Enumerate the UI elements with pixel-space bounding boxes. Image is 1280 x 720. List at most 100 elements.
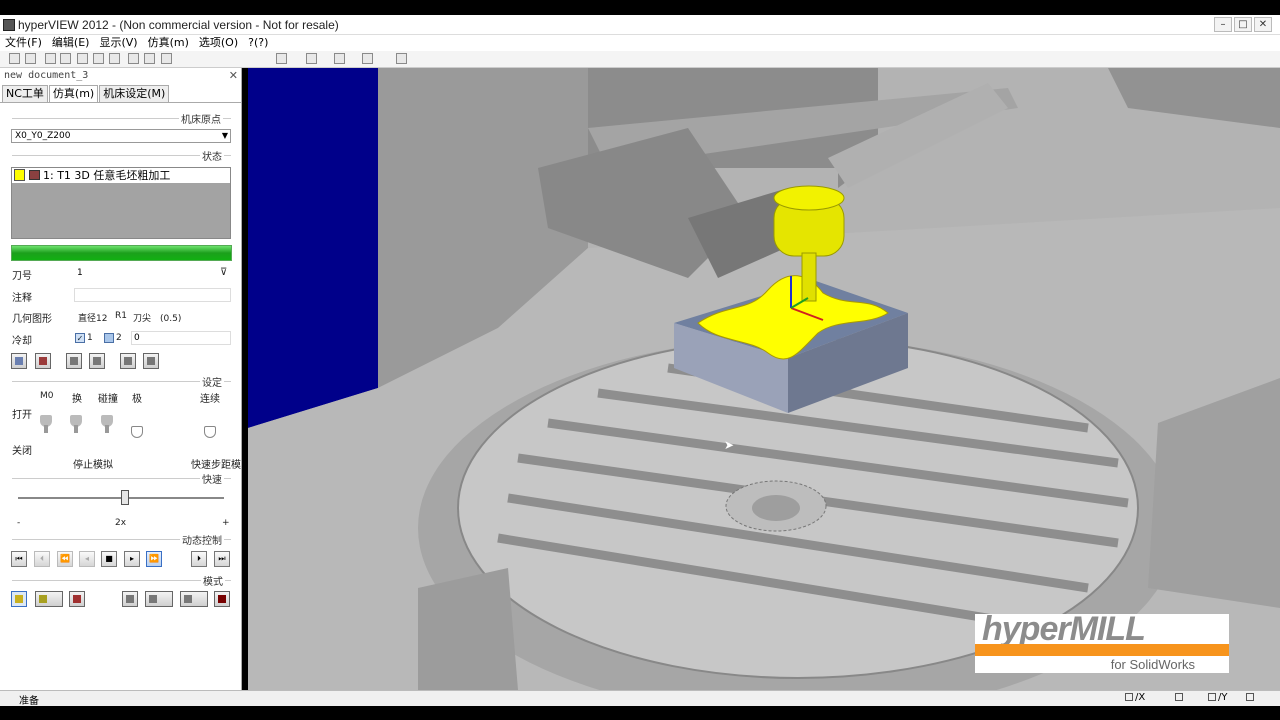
save-icon[interactable] xyxy=(25,53,36,64)
tab-simulation[interactable]: 仿真(m) xyxy=(48,85,99,103)
extra-icon[interactable] xyxy=(396,53,407,64)
last-icon[interactable]: ⏭ xyxy=(214,551,230,567)
tool-color-swatch xyxy=(14,169,25,181)
change-toggle[interactable] xyxy=(70,415,82,435)
table-center-hole xyxy=(752,495,800,521)
rewind-icon[interactable]: ⏪ xyxy=(57,551,73,567)
coolant-2-checkbox[interactable] xyxy=(104,333,114,343)
print-icon[interactable] xyxy=(128,53,139,64)
x-indicator[interactable]: /X xyxy=(1125,692,1145,703)
play-icon[interactable]: ▸ xyxy=(124,551,140,567)
status-list-item[interactable]: 1: T1 3D 任意毛坯粗加工 xyxy=(12,168,230,183)
part-icon xyxy=(70,357,78,365)
compare-icon xyxy=(126,595,134,603)
collision-toggle[interactable] xyxy=(101,415,113,435)
color-icon xyxy=(218,595,226,603)
check-indicator[interactable] xyxy=(1246,692,1256,703)
view-part-button[interactable] xyxy=(66,353,82,369)
view-holder-button[interactable] xyxy=(120,353,136,369)
coolant-value-field[interactable]: 0 xyxy=(131,331,231,345)
limit-toggle[interactable] xyxy=(131,426,143,446)
rapid-step-label: 快速步距模 xyxy=(191,460,241,471)
next-step-icon[interactable]: ⏵ xyxy=(191,551,207,567)
view-wave-button[interactable] xyxy=(11,353,27,369)
prev-step-icon[interactable]: ⏴ xyxy=(34,551,50,567)
copy-icon[interactable] xyxy=(45,53,56,64)
tool-icon xyxy=(93,357,101,365)
mode-collision-button[interactable] xyxy=(69,591,85,607)
view-stock-button[interactable] xyxy=(35,353,51,369)
y-indicator[interactable]: /Y xyxy=(1208,692,1227,703)
simulation-progress-bar xyxy=(11,245,232,261)
origin-select-value: X0_Y0_Z200 xyxy=(15,131,71,141)
m0-toggle[interactable] xyxy=(40,415,52,435)
zoom-icon[interactable] xyxy=(306,53,317,64)
menu-bar: 文件(F) 编辑(E) 显示(V) 仿真(m) 选项(O) ?(?) xyxy=(0,35,1280,51)
pan-icon[interactable] xyxy=(334,53,345,64)
minimize-button[interactable]: – xyxy=(1214,17,1232,32)
help-icon[interactable] xyxy=(144,53,155,64)
settings-col-collision: 碰撞 xyxy=(98,394,118,405)
front-guard xyxy=(418,568,518,690)
simulation-viewport[interactable]: ➤ xyxy=(248,68,1280,690)
mode-compare-button[interactable] xyxy=(122,591,138,607)
play-back-icon[interactable]: ◂ xyxy=(79,551,95,567)
geometry-tip: 刀尖 (0.5) xyxy=(133,314,182,324)
menu-view[interactable]: 显示(V) xyxy=(94,35,142,51)
fast-forward-icon[interactable]: ⏩ xyxy=(146,551,162,567)
mode-color-button[interactable] xyxy=(214,591,230,607)
menu-edit[interactable]: 编辑(E) xyxy=(47,35,95,51)
status-list[interactable]: 1: T1 3D 任意毛坯粗加工 xyxy=(11,167,231,239)
coolant-1-checkbox[interactable]: ✓ xyxy=(75,333,85,343)
stop-simulation-label: 停止模拟 xyxy=(73,460,113,471)
view-tool-button[interactable] xyxy=(89,353,105,369)
comment-label: 注释 xyxy=(12,293,32,304)
stop-icon[interactable]: ■ xyxy=(101,551,117,567)
paste-icon[interactable] xyxy=(60,53,71,64)
logo-orange-bar xyxy=(975,644,1229,656)
menu-file[interactable]: 文件(F) xyxy=(0,35,47,51)
material-icon xyxy=(39,595,47,603)
check-indicator[interactable] xyxy=(1175,692,1185,703)
menu-help[interactable]: ?(?) xyxy=(243,35,273,51)
continuous-toggle[interactable] xyxy=(204,426,216,446)
status-bar: 准备 /X /Y xyxy=(0,690,1280,707)
speed-slider-thumb[interactable] xyxy=(121,490,129,505)
mode-measure-button[interactable] xyxy=(180,591,208,607)
view-fixture-button[interactable] xyxy=(143,353,159,369)
measure-icon xyxy=(184,595,192,603)
maximize-button[interactable]: □ xyxy=(1234,17,1252,32)
section-divider xyxy=(12,580,231,581)
tool-number-field[interactable]: 1 xyxy=(74,266,212,280)
cutting-tool xyxy=(801,252,817,302)
geometry-label: 几何图形 xyxy=(12,314,52,325)
toolbar xyxy=(0,51,1280,68)
mode-tool-button[interactable] xyxy=(145,591,173,607)
tab-nc-jobs[interactable]: NC工单 xyxy=(2,85,48,102)
close-button[interactable]: ✕ xyxy=(1254,17,1272,32)
comment-field[interactable] xyxy=(74,288,231,302)
layer-icon[interactable] xyxy=(109,53,120,64)
tab-machine-setup[interactable]: 机床设定(M) xyxy=(99,85,170,102)
rotate-icon[interactable] xyxy=(362,53,373,64)
panel-tabs: NC工单 仿真(m) 机床设定(M) xyxy=(2,85,170,103)
origin-select[interactable]: X0_Y0_Z200 ▼ xyxy=(11,129,231,143)
app-icon xyxy=(3,19,15,31)
speed-minus: - xyxy=(17,518,21,528)
open-icon[interactable] xyxy=(9,53,20,64)
menu-options[interactable]: 选项(O) xyxy=(194,35,243,51)
operation-icon xyxy=(29,170,40,180)
status-item-label: 1: T1 3D 任意毛坯粗加工 xyxy=(43,169,171,182)
mode-simulate-button[interactable] xyxy=(11,591,27,607)
first-icon[interactable]: ⏮ xyxy=(11,551,27,567)
tool-icon[interactable] xyxy=(93,53,104,64)
settings-icon[interactable] xyxy=(161,53,172,64)
section-divider xyxy=(12,478,231,479)
view-cube-icon[interactable] xyxy=(276,53,287,64)
menu-simulation[interactable]: 仿真(m) xyxy=(143,35,194,51)
close-document-icon[interactable]: ✕ xyxy=(229,69,238,82)
check-indicator-box xyxy=(1175,693,1183,701)
stop-icon[interactable] xyxy=(77,53,88,64)
mode-material-button[interactable] xyxy=(35,591,63,607)
tool-select-icon[interactable]: ⊽ xyxy=(220,267,227,278)
